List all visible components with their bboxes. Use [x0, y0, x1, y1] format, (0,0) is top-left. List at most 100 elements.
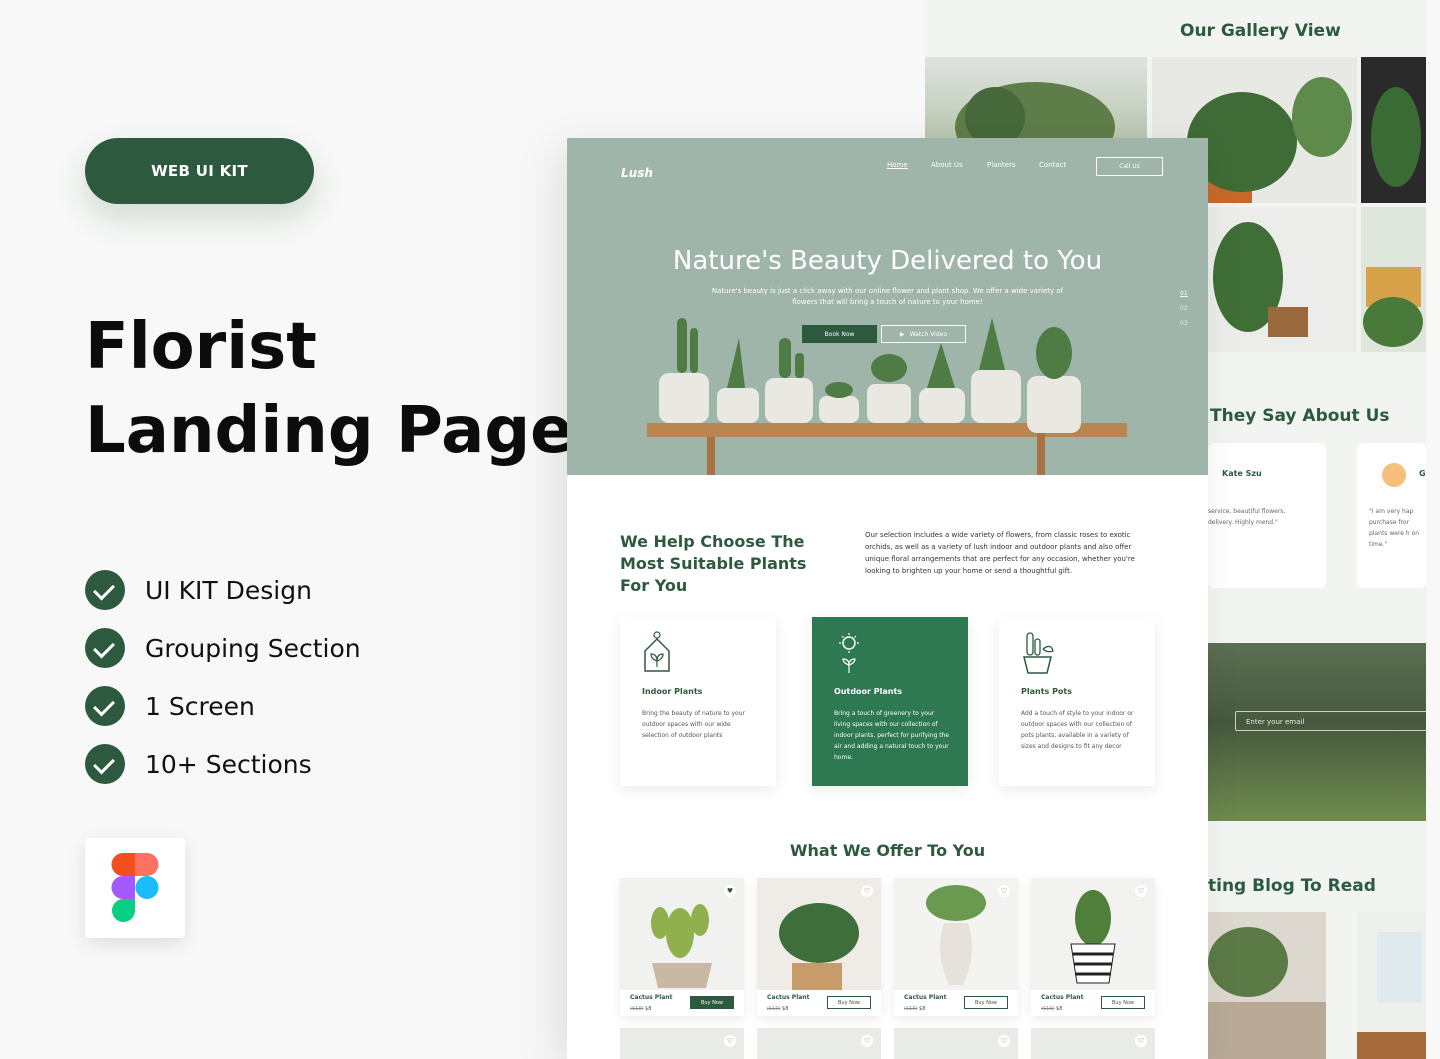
product-price: ($10) $8 — [1041, 1006, 1062, 1012]
old-price: ($10) — [767, 1006, 781, 1012]
title-line: Landing Page — [85, 394, 574, 468]
indoor-plants-card[interactable]: Indoor Plants Bring the beauty of nature… — [620, 617, 776, 786]
testimonials-title: They Say About Us — [1210, 406, 1390, 426]
heart-icon[interactable]: ♡ — [998, 885, 1010, 897]
check-icon — [85, 570, 125, 610]
old-price: ($10) — [1041, 1006, 1055, 1012]
old-price: ($10) — [630, 1006, 644, 1012]
product-card[interactable]: ♡ — [757, 1028, 881, 1059]
slide-number[interactable]: 01 — [1180, 286, 1188, 301]
email-input[interactable]: Enter your email — [1235, 711, 1426, 731]
heart-icon[interactable]: ♥ — [724, 885, 736, 897]
blog-title: ting Blog To Read — [1208, 876, 1376, 896]
product-card[interactable]: ♡ — [1031, 1028, 1155, 1059]
testimonial-card: Kate Szu service, beautiful flowers, del… — [1208, 443, 1326, 588]
product-name: Cactus Plant — [1041, 994, 1084, 1001]
sun-plant-icon — [839, 633, 859, 673]
gallery-title: Our Gallery View — [1180, 21, 1341, 41]
buy-now-button[interactable]: Buy Now — [690, 996, 734, 1009]
nav-about[interactable]: About Us — [931, 161, 963, 169]
product-card[interactable]: ♡ Cactus Plant ($10) $8 Buy Now — [894, 878, 1018, 1016]
landing-page-preview: Lush Home About Us Planters Contact Call… — [567, 138, 1208, 1059]
new-price: $8 — [782, 1006, 789, 1012]
card-title: Plants Pots — [1021, 687, 1073, 696]
call-us-button[interactable]: Call Us — [1096, 157, 1163, 176]
new-price: $8 — [1056, 1006, 1063, 1012]
product-price: ($10) $8 — [904, 1006, 925, 1012]
blog-image[interactable] — [1208, 912, 1326, 1059]
slide-indicator: 01 02 03 — [1180, 286, 1188, 331]
feature-label: UI KIT Design — [145, 575, 312, 605]
nav-planters[interactable]: Planters — [987, 161, 1015, 169]
slide-number[interactable]: 02 — [1180, 301, 1188, 316]
product-price: ($10) $8 — [767, 1006, 788, 1012]
house-plant-icon — [644, 631, 670, 672]
play-icon: ▶ — [899, 330, 905, 338]
product-card[interactable]: ♡ — [620, 1028, 744, 1059]
testimonial-text: service, beautiful flowers, delivery. Hi… — [1208, 508, 1286, 526]
offer-title: What We Offer To You — [789, 841, 986, 860]
product-card[interactable]: ♡ Cactus Plant ($10) $8 Buy Now — [757, 878, 881, 1016]
product-card[interactable]: ♥ Cactus Plant ($10) $8 Buy Now — [620, 878, 744, 1016]
figma-logo-icon — [85, 838, 185, 938]
gallery-image — [1361, 57, 1426, 203]
slide-number[interactable]: 03 — [1180, 316, 1188, 331]
new-price: $8 — [919, 1006, 926, 1012]
product-name: Cactus Plant — [630, 994, 673, 1001]
product-name: Cactus Plant — [767, 994, 810, 1001]
page-title: Florist Landing Page — [85, 305, 574, 473]
buy-now-button[interactable]: Buy Now — [827, 996, 871, 1009]
web-ui-kit-badge: WEB UI KIT — [85, 138, 314, 204]
old-price: ($10) — [904, 1006, 918, 1012]
outdoor-plants-card[interactable]: Outdoor Plants Bring a touch of greenery… — [812, 617, 968, 786]
check-icon — [85, 686, 125, 726]
gallery-image — [1361, 207, 1426, 352]
nav-home[interactable]: Home — [887, 161, 908, 169]
product-name: Cactus Plant — [904, 994, 947, 1001]
gallery-image — [925, 57, 1147, 138]
card-title: Indoor Plants — [642, 687, 703, 696]
feature-label: Grouping Section — [145, 633, 361, 663]
hero-title: Nature's Beauty Delivered to You — [672, 246, 1103, 276]
testimonial-text: "I am very hap purchase fror plants were… — [1369, 508, 1420, 548]
feature-item: 10+ Sections — [85, 744, 361, 784]
avatar — [1382, 463, 1406, 487]
card-text: Bring the beauty of nature to your outdo… — [642, 710, 745, 739]
card-title: Outdoor Plants — [834, 687, 903, 696]
brand-logo[interactable]: Lush — [621, 166, 653, 180]
feature-list: UI KIT Design Grouping Section 1 Screen … — [85, 570, 361, 802]
plants-pots-card[interactable]: Plants Pots Add a touch of style to your… — [999, 617, 1155, 786]
newsletter-section: Enter your email — [1208, 643, 1426, 821]
heart-icon[interactable]: ♡ — [1135, 1035, 1147, 1047]
heart-icon[interactable]: ♡ — [724, 1035, 736, 1047]
check-icon — [85, 628, 125, 668]
feature-item: 1 Screen — [85, 686, 361, 726]
feature-label: 1 Screen — [145, 691, 255, 721]
heart-icon[interactable]: ♡ — [861, 1035, 873, 1047]
book-now-button[interactable]: Book Now — [802, 325, 877, 343]
watch-video-button[interactable]: ▶ Watch Video — [881, 325, 966, 343]
about-title: We Help Choose The Most Suitable Plants … — [620, 532, 807, 595]
about-text: Our selection includes a wide variety of… — [865, 531, 1135, 575]
nav-contact[interactable]: Contact — [1039, 161, 1066, 169]
new-price: $8 — [645, 1006, 652, 1012]
product-card[interactable]: ♡ — [894, 1028, 1018, 1059]
feature-label: 10+ Sections — [145, 749, 312, 779]
feature-item: UI KIT Design — [85, 570, 361, 610]
heart-icon[interactable]: ♡ — [1135, 885, 1147, 897]
buy-now-button[interactable]: Buy Now — [1101, 996, 1145, 1009]
blog-image[interactable] — [1357, 912, 1426, 1059]
testimonial-card: G "I am very hap purchase fror plants we… — [1357, 443, 1426, 588]
buy-now-button[interactable]: Buy Now — [964, 996, 1008, 1009]
heart-icon[interactable]: ♡ — [998, 1035, 1010, 1047]
potted-plant-icon — [1023, 632, 1054, 674]
card-text: Add a touch of style to your indoor or o… — [1021, 710, 1134, 750]
hero-section: Lush Home About Us Planters Contact Call… — [567, 138, 1208, 475]
heart-icon[interactable]: ♡ — [861, 885, 873, 897]
check-icon — [85, 744, 125, 784]
testimonial-name: Kate Szu — [1222, 469, 1262, 478]
product-card[interactable]: ♡ Cactus Plant ($10) $8 Buy Now — [1031, 878, 1155, 1016]
testimonial-name: G — [1419, 469, 1426, 478]
watch-video-label: Watch Video — [909, 330, 948, 338]
gallery-image — [1208, 207, 1357, 352]
